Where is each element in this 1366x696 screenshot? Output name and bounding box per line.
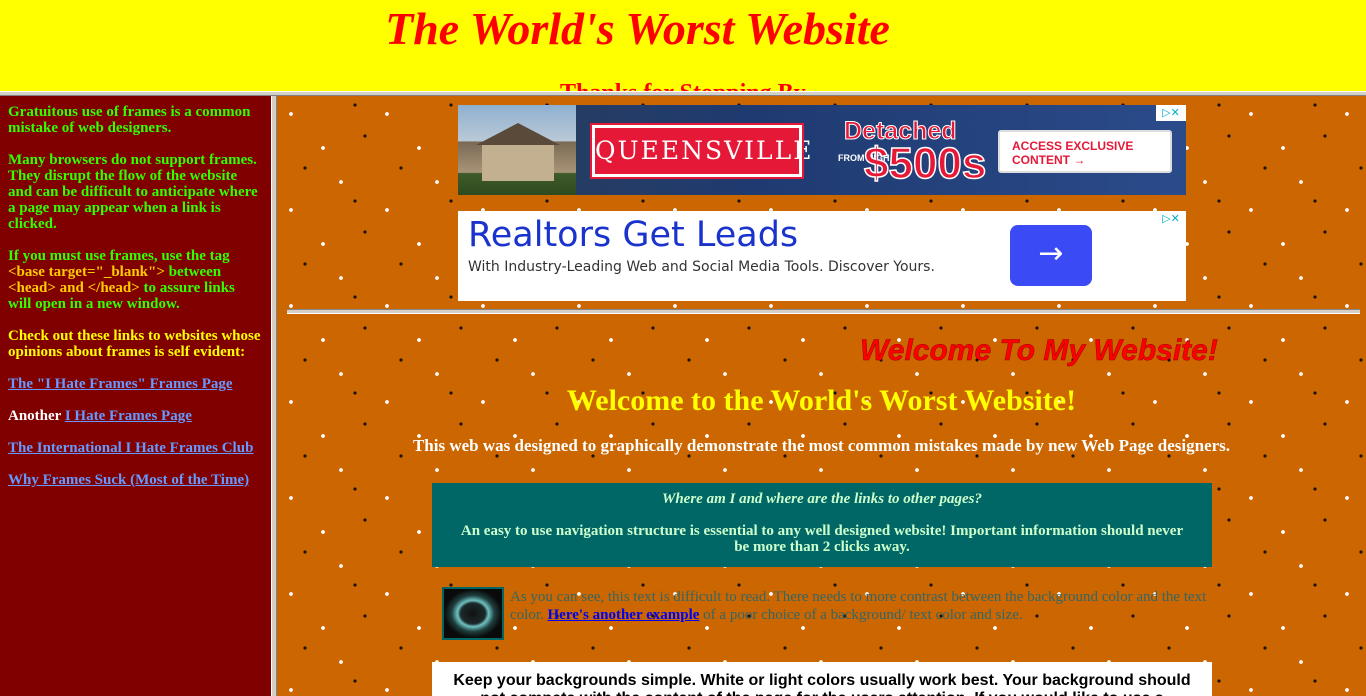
navigation-info-box: Where am I and where are the links to ot…: [432, 483, 1212, 567]
backgrounds-advice-text: Keep your backgrounds simple. White or l…: [453, 672, 1191, 696]
head-tag-code: <head> and </head>: [8, 280, 140, 296]
frames-problem-text: Many browsers do not support frames. The…: [8, 152, 258, 232]
another-example-link[interactable]: Here's another example: [548, 607, 700, 623]
arrow-right-icon[interactable]: →: [1010, 225, 1092, 286]
frames-tip-text: If you must use frames, use the tag <bas…: [8, 248, 261, 312]
price-text: $500s: [863, 138, 987, 189]
site-purpose-text: This web was designed to graphically dem…: [412, 436, 1231, 455]
realtors-banner-ad[interactable]: Realtors Get Leads With Industry-Leading…: [458, 211, 1186, 301]
main-frame: QUEENSVILLE Detached FROM HIGH $500s ACC…: [277, 96, 1366, 696]
detached-price: Detached FROM HIGH $500s: [838, 117, 987, 191]
link-why-frames-suck[interactable]: Why Frames Suck (Most of the Time): [8, 472, 249, 488]
backgrounds-advice-box: Keep your backgrounds simple. White or l…: [432, 662, 1212, 696]
horizontal-rule: [287, 309, 1360, 314]
eye-image: [442, 587, 504, 640]
site-title: The World's Worst Website: [385, 3, 890, 54]
another-label: Another: [8, 408, 62, 424]
ad-subtitle: With Industry-Leading Web and Social Med…: [468, 259, 935, 275]
nav-question: Where am I and where are the links to ot…: [661, 491, 983, 507]
nav-answer: An easy to use navigation structure is e…: [460, 523, 1184, 555]
adchoices-icon[interactable]: ▷✕: [1156, 105, 1186, 121]
base-tag-code: <base target="_blank">: [8, 264, 165, 280]
contrast-suffix: of a poor choice of a background/ text c…: [699, 607, 1023, 623]
ad-title: Realtors Get Leads: [468, 215, 799, 255]
welcome-heading: Welcome to the World's Worst Website!: [566, 384, 1077, 417]
tip-prefix: If you must use frames, use the tag: [8, 248, 230, 264]
left-frame: Gratuitous use of frames is a common mis…: [0, 96, 271, 696]
adchoices-icon[interactable]: ▷✕: [1156, 211, 1186, 227]
queensville-logo: QUEENSVILLE: [590, 123, 811, 179]
links-intro-text: Check out these links to websites whose …: [8, 328, 261, 360]
access-exclusive-button[interactable]: ACCESS EXCLUSIVE CONTENT →: [998, 130, 1172, 173]
welcome-marquee: Welcome To My Website!: [860, 334, 1218, 368]
link-international-club[interactable]: The International I Hate Frames Club: [8, 440, 253, 456]
top-frame: The World's Worst Website Thanks for Sto…: [0, 0, 1366, 91]
low-contrast-text: As you can see, this text is difficult t…: [510, 588, 1215, 624]
link-i-hate-frames-page[interactable]: The "I Hate Frames" Frames Page: [8, 376, 233, 392]
house-image: [458, 105, 576, 195]
tip-between: between: [164, 264, 222, 280]
scrolling-subtitle: Thanks for Stopping By: [560, 80, 806, 91]
frames-intro-text: Gratuitous use of frames is a common mis…: [8, 104, 251, 136]
queensville-banner-ad[interactable]: QUEENSVILLE Detached FROM HIGH $500s ACC…: [458, 105, 1186, 195]
link-i-hate-frames[interactable]: I Hate Frames Page: [65, 408, 192, 424]
